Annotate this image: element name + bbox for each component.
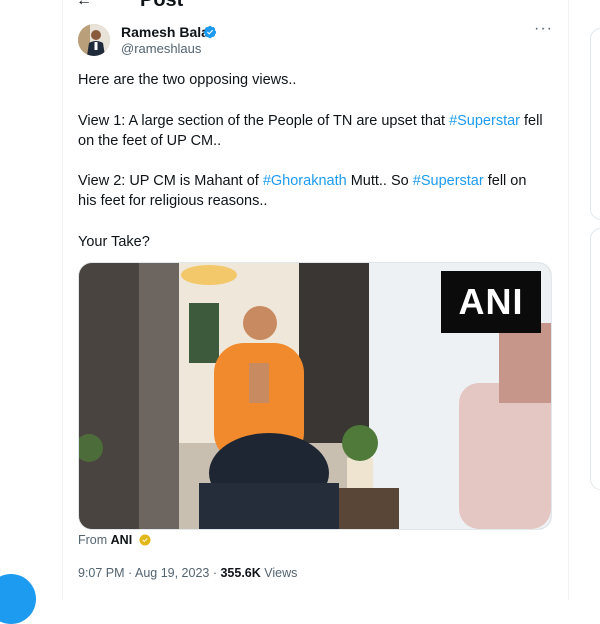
verified-badge-icon xyxy=(203,25,217,39)
tweet-line: View 1: A large section of the People of… xyxy=(78,111,543,131)
page-header: ← Post xyxy=(62,0,568,12)
tweet-text-segment: fell xyxy=(520,113,543,129)
page-title: Post xyxy=(140,0,184,11)
separator: · xyxy=(209,566,221,580)
ani-watermark: ANI xyxy=(441,271,541,333)
separator: · xyxy=(124,566,135,580)
author-handle[interactable]: @rameshlaus xyxy=(121,41,201,56)
tweet-time[interactable]: 9:07 PM xyxy=(78,566,125,580)
left-column-border xyxy=(62,0,63,600)
hashtag-link[interactable]: #Superstar xyxy=(449,113,520,129)
tweet-text-segment: Mutt.. So xyxy=(346,173,413,189)
gold-verified-badge-icon xyxy=(139,534,151,546)
tweet-video[interactable]: ANI xyxy=(78,262,552,530)
tweet-text-segment: fell on xyxy=(483,173,527,189)
tweet-line: Your Take? xyxy=(78,234,150,250)
hashtag-link[interactable]: #Superstar xyxy=(413,173,484,189)
views-count: 355.6K xyxy=(220,566,261,580)
hashtag-link[interactable]: #Ghoraknath xyxy=(263,173,347,189)
tweet-line: Here are the two opposing views.. xyxy=(78,72,297,88)
avatar[interactable] xyxy=(78,24,110,56)
source-name-link[interactable]: ANI xyxy=(111,533,133,547)
compose-fab-button[interactable] xyxy=(0,574,36,624)
right-column-border xyxy=(568,0,569,600)
tweet-meta: 9:07 PM · Aug 19, 2023 · 355.6K Views xyxy=(78,566,297,580)
tweet-line: View 2: UP CM is Mahant of #Ghoraknath M… xyxy=(78,171,526,191)
views-label: Views xyxy=(260,566,298,580)
author-name[interactable]: Ramesh Bala xyxy=(121,24,209,40)
sidebar-card xyxy=(590,28,600,220)
tweet-date[interactable]: Aug 19, 2023 xyxy=(135,566,209,580)
tweet-text-segment: View 2: UP CM is Mahant of xyxy=(78,173,263,189)
tweet-line: on the feet of UP CM.. xyxy=(78,133,222,149)
back-arrow-icon[interactable]: ← xyxy=(76,0,92,10)
media-source: From ANI xyxy=(78,533,151,547)
tweet-text-segment: View 1: A large section of the People of… xyxy=(78,113,450,129)
tweet-line: his feet for religious reasons.. xyxy=(78,193,268,209)
more-options-icon[interactable]: ··· xyxy=(534,20,553,38)
source-prefix: From xyxy=(78,533,108,547)
sidebar-card xyxy=(590,228,600,490)
